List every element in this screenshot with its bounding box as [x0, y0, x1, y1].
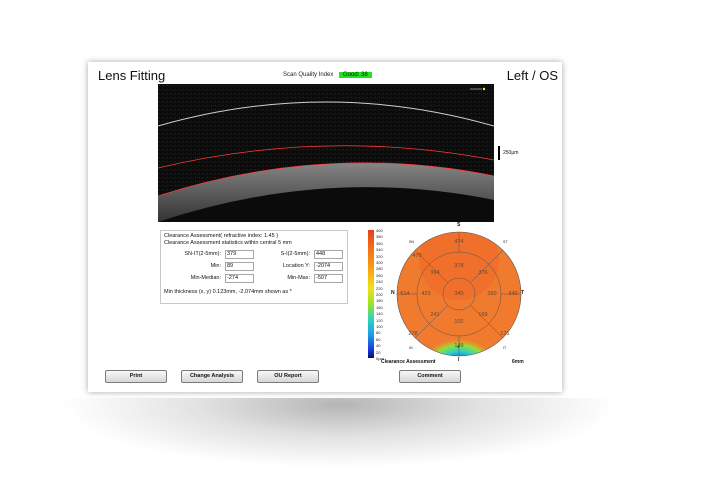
colorbar-tick: 220 — [376, 285, 383, 291]
map-label-it: IT — [503, 346, 507, 350]
map-label-inferior: I — [458, 357, 460, 363]
colorbar-tick: 120 — [376, 317, 383, 323]
colorbar-tick: 160 — [376, 304, 383, 310]
colorbar-tick: 180 — [376, 298, 383, 304]
colorbar-tick: 380 — [376, 234, 383, 240]
map-sector-value: 474 — [454, 239, 464, 245]
map-sector-value: 376 — [478, 270, 488, 276]
map-sector-value: 278 — [408, 331, 418, 337]
map-sector-value: 102 — [454, 319, 464, 325]
change-analysis-button[interactable]: Change Analysis — [181, 370, 243, 383]
colorbar-tick: 240 — [376, 279, 383, 285]
page-title: Lens Fitting — [98, 68, 166, 83]
map-sector-value: 340 — [454, 291, 464, 297]
min-median-label: Min-Median: — [190, 275, 221, 281]
s-i-label: S-I(2-5mm): — [280, 251, 310, 257]
map-sector-value: 470 — [412, 253, 422, 259]
map-sector-value: 340 — [508, 291, 518, 297]
comment-button[interactable]: Comment — [399, 370, 461, 383]
map-sector-value: 364 — [430, 270, 440, 276]
report-window: Lens Fitting Left / OS Scan Quality Inde… — [88, 62, 562, 392]
map-label-temporal: T — [521, 290, 525, 296]
colorbar-tick: 400 — [376, 228, 383, 233]
oct-scan-image — [158, 84, 494, 222]
map-sector-value: 171 — [500, 331, 510, 337]
min-max-value: -507 — [314, 274, 343, 283]
thickness-colorbar — [368, 230, 374, 358]
scan-quality-label: Scan Quality Index — [283, 72, 334, 78]
sn-it-label: SN-IT(2-5mm): — [184, 251, 221, 257]
map-sector-value: 149 — [454, 343, 464, 349]
location-y-value: -2074 — [314, 262, 343, 271]
scan-quality-badge: Good: 38 — [339, 72, 372, 78]
map-label-nasal: N — [391, 290, 395, 296]
map-label-in: IN — [409, 346, 413, 350]
colorbar-tick: 280 — [376, 266, 383, 272]
location-y-label: Location Y: — [282, 263, 310, 269]
map-label-superior: S — [457, 222, 461, 228]
map-footer-label: Clearance Assessment — [381, 359, 436, 365]
colorbar-tick: 100 — [376, 324, 383, 329]
colorbar-tick: 80 — [376, 330, 381, 336]
map-sector-value: 169 — [478, 312, 488, 318]
refractive-index-line: Clearance Assessment( refractive index: … — [164, 233, 279, 239]
scale-label: 250μm — [503, 150, 519, 156]
eye-label: Left / OS — [506, 68, 558, 83]
clearance-stats-panel: Clearance Assessment( refractive index: … — [160, 230, 348, 304]
ou-report-button[interactable]: OU Report — [257, 370, 319, 383]
colorbar-tick: 60 — [376, 336, 381, 342]
map-sector-value: 514 — [400, 291, 410, 297]
oct-scan-svg — [158, 84, 494, 222]
clearance-map: * S N T I ST SN IN IT 340 378 364 376 423 360… — [391, 222, 525, 363]
min-max-label: Min-Max: — [287, 275, 310, 281]
colorbar-tick: 140 — [376, 311, 383, 317]
min-label: Min: — [210, 263, 221, 269]
map-sector-value: 360 — [487, 291, 497, 297]
colorbar-tick: 20 — [376, 349, 381, 355]
colorbar-tick: 300 — [376, 260, 383, 265]
map-label-sn: SN — [409, 240, 414, 244]
colorbar-tick: 40 — [376, 343, 381, 349]
colorbar-tick: 340 — [376, 247, 383, 253]
map-footer-mm: 6mm — [512, 359, 524, 365]
scan-quality-index: Scan Quality Index Good: 38 — [283, 72, 372, 78]
map-sector-value: 378 — [454, 263, 464, 269]
map-label-st: ST — [503, 240, 508, 244]
print-button[interactable]: Print — [105, 370, 167, 383]
colorbar-tick: 360 — [376, 240, 383, 246]
page-shadow — [60, 398, 620, 468]
stats-subtitle: Clearance Assessment statistics within c… — [164, 240, 292, 246]
s-i-value: 448 — [314, 250, 343, 259]
colorbar-tick: 200 — [376, 292, 383, 297]
map-sector-value: 241 — [430, 312, 440, 318]
scale-bar — [498, 146, 500, 160]
min-thickness-note: Min thickness (x, y) 0.123mm, -2.074mm s… — [164, 289, 292, 295]
colorbar-tick: 320 — [376, 253, 383, 259]
colorbar-tick: 260 — [376, 272, 383, 278]
map-sector-value: 423 — [421, 291, 431, 297]
